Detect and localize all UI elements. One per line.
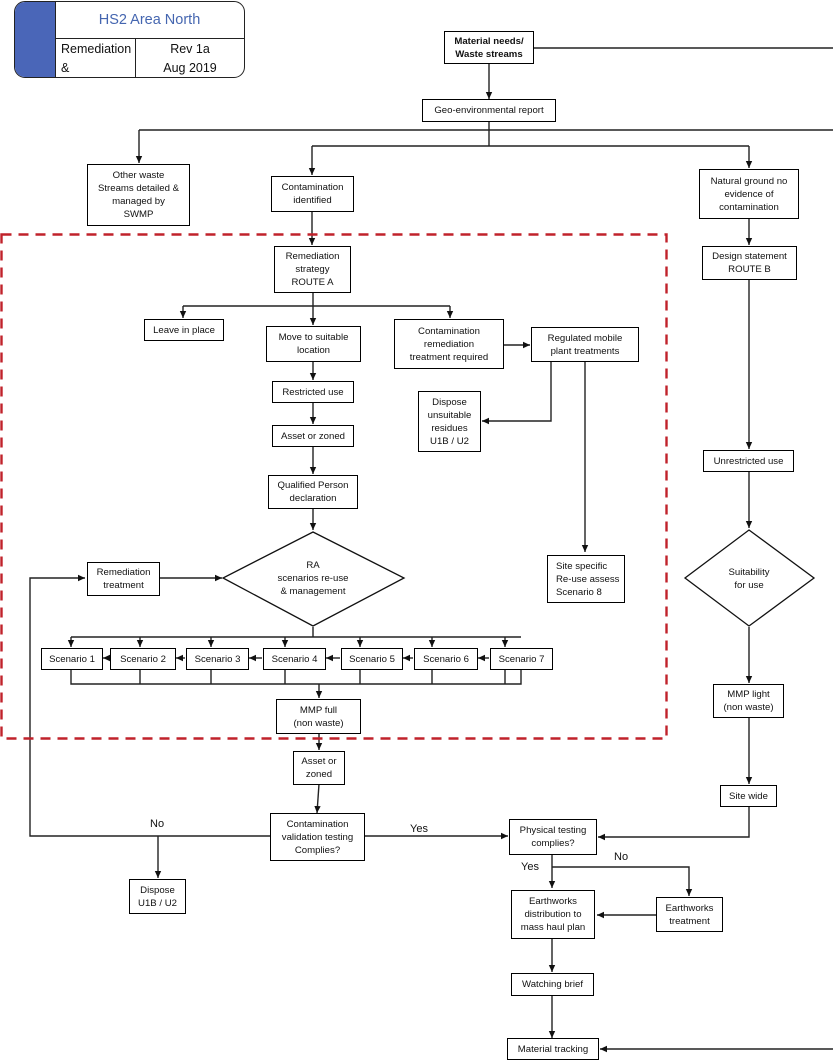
node-leave-in-place[interactable]: Leave in place <box>144 319 224 341</box>
connector <box>598 807 750 841</box>
node-move-suitable[interactable]: Move to suitable location <box>266 326 361 362</box>
connector <box>314 783 321 814</box>
node-physical-testing[interactable]: Physical testing complies? <box>509 819 597 855</box>
node-scenario-1[interactable]: Scenario 1 <box>41 648 103 670</box>
node-site-specific[interactable]: Site specific Re-use assess Scenario 8 <box>547 555 625 603</box>
node-earthworks-treatment[interactable]: Earthworks treatment <box>656 897 723 932</box>
node-qualified-person[interactable]: Qualified Person declaration <box>268 475 358 509</box>
node-contamination-remediation[interactable]: Contamination remediation treatment requ… <box>394 319 504 369</box>
node-design-statement[interactable]: Design statement ROUTE B <box>702 246 797 280</box>
node-regulated-mobile[interactable]: Regulated mobile plant treatments <box>531 327 639 362</box>
node-unrestricted-use[interactable]: Unrestricted use <box>703 450 794 472</box>
title-block: HS2 Area North Remediation & MMP process… <box>14 1 245 78</box>
node-earthworks-distribution[interactable]: Earthworks distribution to mass haul pla… <box>511 890 595 939</box>
title-heading: HS2 Area North <box>55 2 244 39</box>
edge-label-physical-no: No <box>614 851 629 863</box>
ra-scenarios-label: RA scenarios re-use & management <box>277 559 349 597</box>
edge-label-no: No <box>150 818 165 830</box>
node-scenario-3[interactable]: Scenario 3 <box>186 648 249 670</box>
node-dispose-residues[interactable]: Dispose unsuitable residues U1B / U2 <box>418 391 481 452</box>
node-material-needs[interactable]: Material needs/ Waste streams <box>444 31 534 64</box>
node-contamination-identified[interactable]: Contamination identified <box>271 176 354 212</box>
node-scenario-6[interactable]: Scenario 6 <box>414 648 478 670</box>
connector <box>482 362 552 425</box>
node-material-tracking[interactable]: Material tracking <box>507 1038 599 1060</box>
node-scenario-2[interactable]: Scenario 2 <box>110 648 176 670</box>
node-site-wide[interactable]: Site wide <box>720 785 777 807</box>
node-mmp-light[interactable]: MMP light (non waste) <box>713 684 784 718</box>
edge-label-yes: Yes <box>410 823 428 835</box>
node-other-waste[interactable]: Other waste Streams detailed & managed b… <box>87 164 190 226</box>
node-remediation-treatment[interactable]: Remediation treatment <box>87 562 160 596</box>
node-remediation-strategy[interactable]: Remediation strategy ROUTE A <box>274 246 351 293</box>
connector <box>70 669 522 685</box>
node-scenario-5[interactable]: Scenario 5 <box>341 648 403 670</box>
node-asset-zoned[interactable]: Asset or zoned <box>272 425 354 447</box>
node-scenario-4[interactable]: Scenario 4 <box>263 648 326 670</box>
node-asset-zoned-2[interactable]: Asset or zoned <box>293 751 345 785</box>
node-watching-brief[interactable]: Watching brief <box>511 973 594 996</box>
node-restricted-use[interactable]: Restricted use <box>272 381 354 403</box>
node-scenario-7[interactable]: Scenario 7 <box>490 648 553 670</box>
title-accent-stripe <box>15 2 56 77</box>
node-dispose-u1b[interactable]: Dispose U1B / U2 <box>129 879 186 914</box>
node-contamination-validation[interactable]: Contamination validation testing Complie… <box>270 813 365 861</box>
edge-label-physical-yes: Yes <box>521 861 539 873</box>
node-natural-ground[interactable]: Natural ground no evidence of contaminat… <box>699 169 799 219</box>
connector <box>29 574 270 837</box>
node-geo-report[interactable]: Geo-environmental report <box>422 99 556 122</box>
title-revision: Rev 1a Aug 2019 <box>163 42 217 75</box>
node-mmp-full[interactable]: MMP full (non waste) <box>276 699 361 734</box>
title-subtitle: Remediation & MMP process <box>55 38 136 77</box>
suitability-label: Suitability for use <box>728 567 770 591</box>
